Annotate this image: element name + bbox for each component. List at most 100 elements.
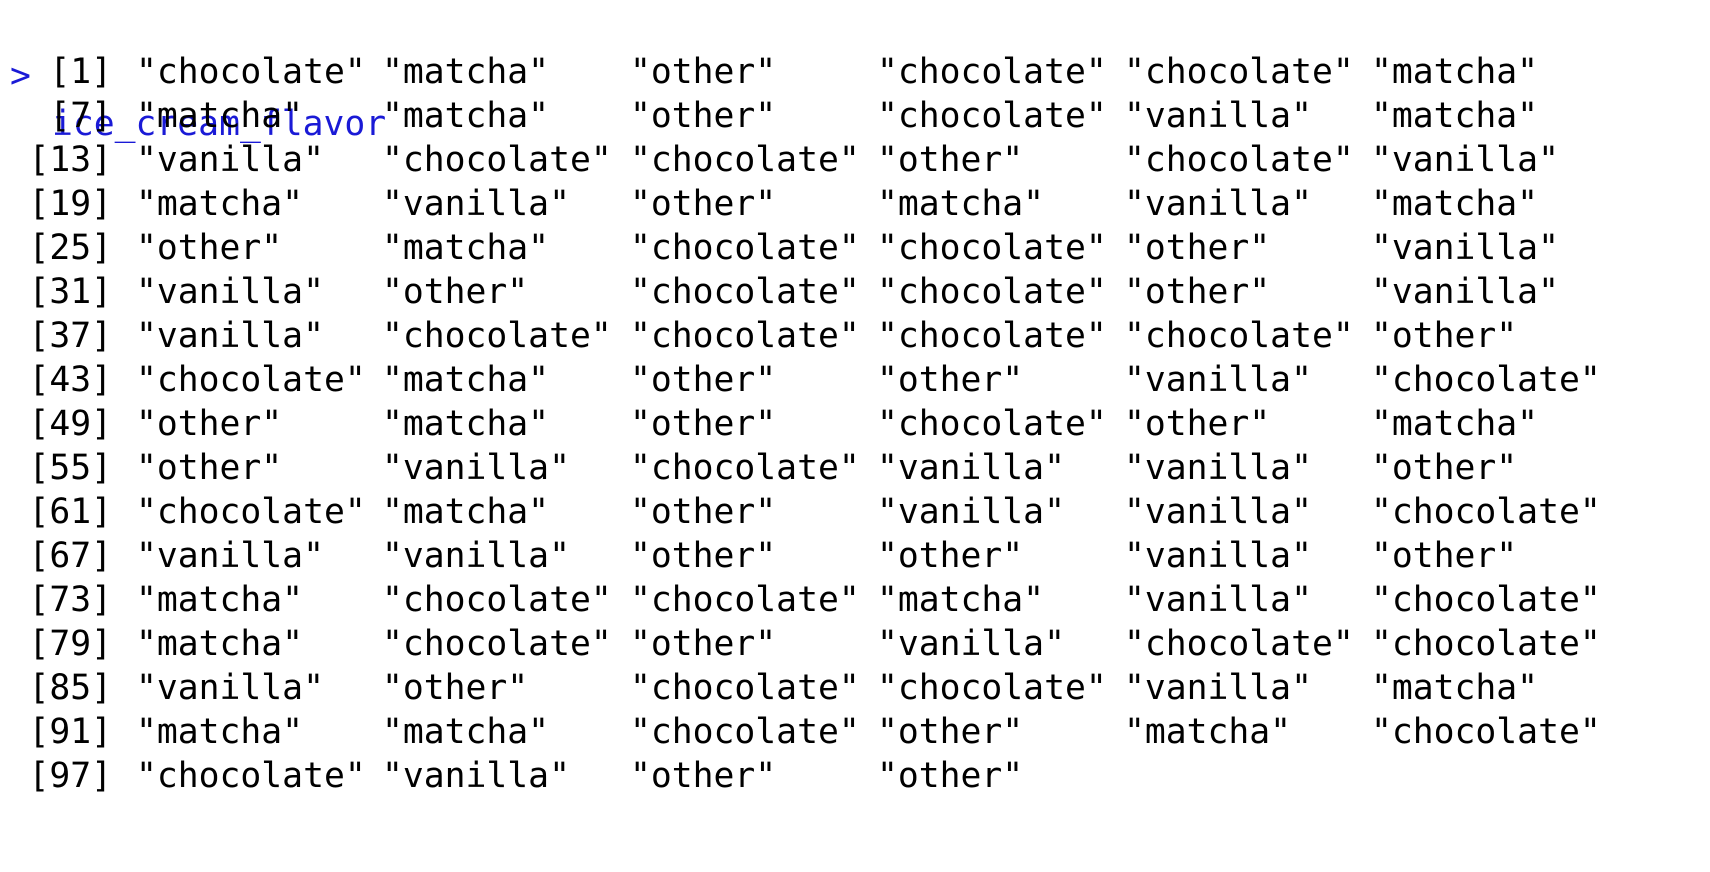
value-cell: "vanilla": [1124, 184, 1312, 224]
value-cell: "other": [136, 404, 283, 444]
value-cell: "matcha": [382, 404, 550, 444]
value-cell: "other": [630, 184, 777, 224]
value-cell: "other": [382, 272, 529, 312]
value-cell: "other": [630, 52, 777, 92]
value-cell: "matcha": [1371, 96, 1539, 136]
value-cell: "matcha": [1371, 404, 1539, 444]
value-cell: "matcha": [136, 96, 304, 136]
value-cell: "chocolate": [630, 140, 860, 180]
value-cell: "matcha": [1371, 52, 1539, 92]
row-index: [79]: [28, 624, 112, 664]
value-cell: "vanilla": [877, 448, 1065, 488]
value-cell: "other": [136, 448, 283, 488]
value-cell: "chocolate": [630, 712, 860, 752]
value-cell: "matcha": [382, 96, 550, 136]
value-cell: "other": [1371, 316, 1518, 356]
value-cell: "chocolate": [1371, 360, 1601, 400]
value-cell: "other": [136, 228, 283, 268]
value-cell: "chocolate": [1124, 52, 1354, 92]
value-cell: "chocolate": [877, 668, 1107, 708]
row-index: [25]: [28, 228, 112, 268]
value-cell: "chocolate": [382, 580, 612, 620]
value-cell: "chocolate": [1371, 580, 1601, 620]
value-cell: "vanilla": [382, 184, 570, 224]
value-cell: "vanilla": [1371, 140, 1559, 180]
value-cell: "matcha": [136, 184, 304, 224]
value-cell: "chocolate": [630, 228, 860, 268]
value-cell: "other": [630, 492, 777, 532]
value-cell: "chocolate": [136, 52, 366, 92]
r-console[interactable]: > ice_cream_flavor [1] "chocolate" "matcha…: [0, 0, 1710, 872]
value-cell: "other": [1371, 536, 1518, 576]
value-cell: "matcha": [1371, 668, 1539, 708]
value-cell: "vanilla": [382, 536, 570, 576]
value-cell: "matcha": [382, 360, 550, 400]
value-cell: "other": [877, 756, 1024, 796]
value-cell: "matcha": [382, 52, 550, 92]
row-index: [97]: [28, 756, 112, 796]
row-index: [13]: [28, 140, 112, 180]
value-cell: "other": [877, 140, 1024, 180]
value-cell: "matcha": [877, 580, 1045, 620]
value-cell: "vanilla": [1124, 536, 1312, 576]
row-index: [91]: [28, 712, 112, 752]
value-cell: "other": [1124, 228, 1271, 268]
value-cell: "matcha": [382, 228, 550, 268]
value-cell: "chocolate": [1371, 624, 1601, 664]
value-cell: "other": [630, 360, 777, 400]
value-cell: "matcha": [136, 712, 304, 752]
value-cell: "chocolate": [877, 52, 1107, 92]
value-cell: "other": [630, 536, 777, 576]
value-cell: "chocolate": [1124, 624, 1354, 664]
value-cell: "chocolate": [1124, 140, 1354, 180]
value-cell: "chocolate": [136, 360, 366, 400]
value-cell: "chocolate": [136, 492, 366, 532]
row-index: [85]: [28, 668, 112, 708]
value-cell: "chocolate": [630, 316, 860, 356]
value-cell: "other": [630, 96, 777, 136]
value-cell: "vanilla": [382, 448, 570, 488]
value-cell: "other": [1124, 404, 1271, 444]
value-cell: "chocolate": [630, 272, 860, 312]
value-cell: "other": [1371, 448, 1518, 488]
value-cell: "chocolate": [877, 404, 1107, 444]
value-cell: "vanilla": [136, 668, 324, 708]
value-cell: "matcha": [136, 624, 304, 664]
value-cell: "vanilla": [877, 624, 1065, 664]
row-index: [67]: [28, 536, 112, 576]
value-cell: "vanilla": [382, 756, 570, 796]
value-cell: "vanilla": [1371, 272, 1559, 312]
value-cell: "vanilla": [136, 536, 324, 576]
row-index: [43]: [28, 360, 112, 400]
row-index: [73]: [28, 580, 112, 620]
value-cell: "matcha": [1124, 712, 1292, 752]
value-cell: "chocolate": [877, 316, 1107, 356]
row-index: [31]: [28, 272, 112, 312]
value-cell: "matcha": [136, 580, 304, 620]
value-cell: "chocolate": [877, 228, 1107, 268]
value-cell: "other": [382, 668, 529, 708]
row-index: [49]: [28, 404, 112, 444]
value-cell: "vanilla": [136, 272, 324, 312]
value-cell: "chocolate": [382, 624, 612, 664]
value-cell: "chocolate": [136, 756, 366, 796]
value-cell: "chocolate": [1124, 316, 1354, 356]
value-cell: "chocolate": [382, 140, 612, 180]
value-cell: "vanilla": [1371, 228, 1559, 268]
value-cell: "other": [630, 404, 777, 444]
value-cell: "vanilla": [136, 316, 324, 356]
value-cell: "other": [877, 360, 1024, 400]
value-cell: "other": [630, 756, 777, 796]
value-cell: "vanilla": [1124, 448, 1312, 488]
value-cell: "vanilla": [1124, 580, 1312, 620]
value-cell: "vanilla": [1124, 492, 1312, 532]
value-cell: "other": [877, 712, 1024, 752]
row-index: [19]: [28, 184, 112, 224]
value-cell: "vanilla": [1124, 360, 1312, 400]
value-cell: "matcha": [877, 184, 1045, 224]
row-index: [7]: [49, 96, 112, 136]
row-index: [37]: [28, 316, 112, 356]
value-cell: "vanilla": [136, 140, 324, 180]
value-cell: "chocolate": [1371, 492, 1601, 532]
value-cell: "chocolate": [630, 580, 860, 620]
